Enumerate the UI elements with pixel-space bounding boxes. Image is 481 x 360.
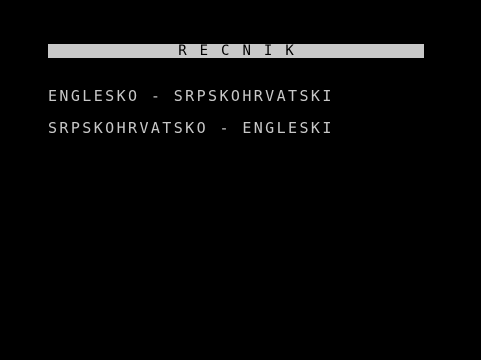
title-bar: RECNIK (48, 44, 424, 58)
game-screen: RECNIK ENGLESKO - SRPSKOHRVATSKI SRPSKOH… (0, 0, 481, 360)
menu-item-english-serbocroatian[interactable]: ENGLESKO - SRPSKOHRVATSKI (48, 88, 428, 104)
dictionary-menu: ENGLESKO - SRPSKOHRVATSKI SRPSKOHRVATSKO… (48, 88, 428, 152)
page-title: RECNIK (178, 43, 307, 59)
menu-item-serbocroatian-english[interactable]: SRPSKOHRVATSKO - ENGLESKI (48, 120, 428, 136)
